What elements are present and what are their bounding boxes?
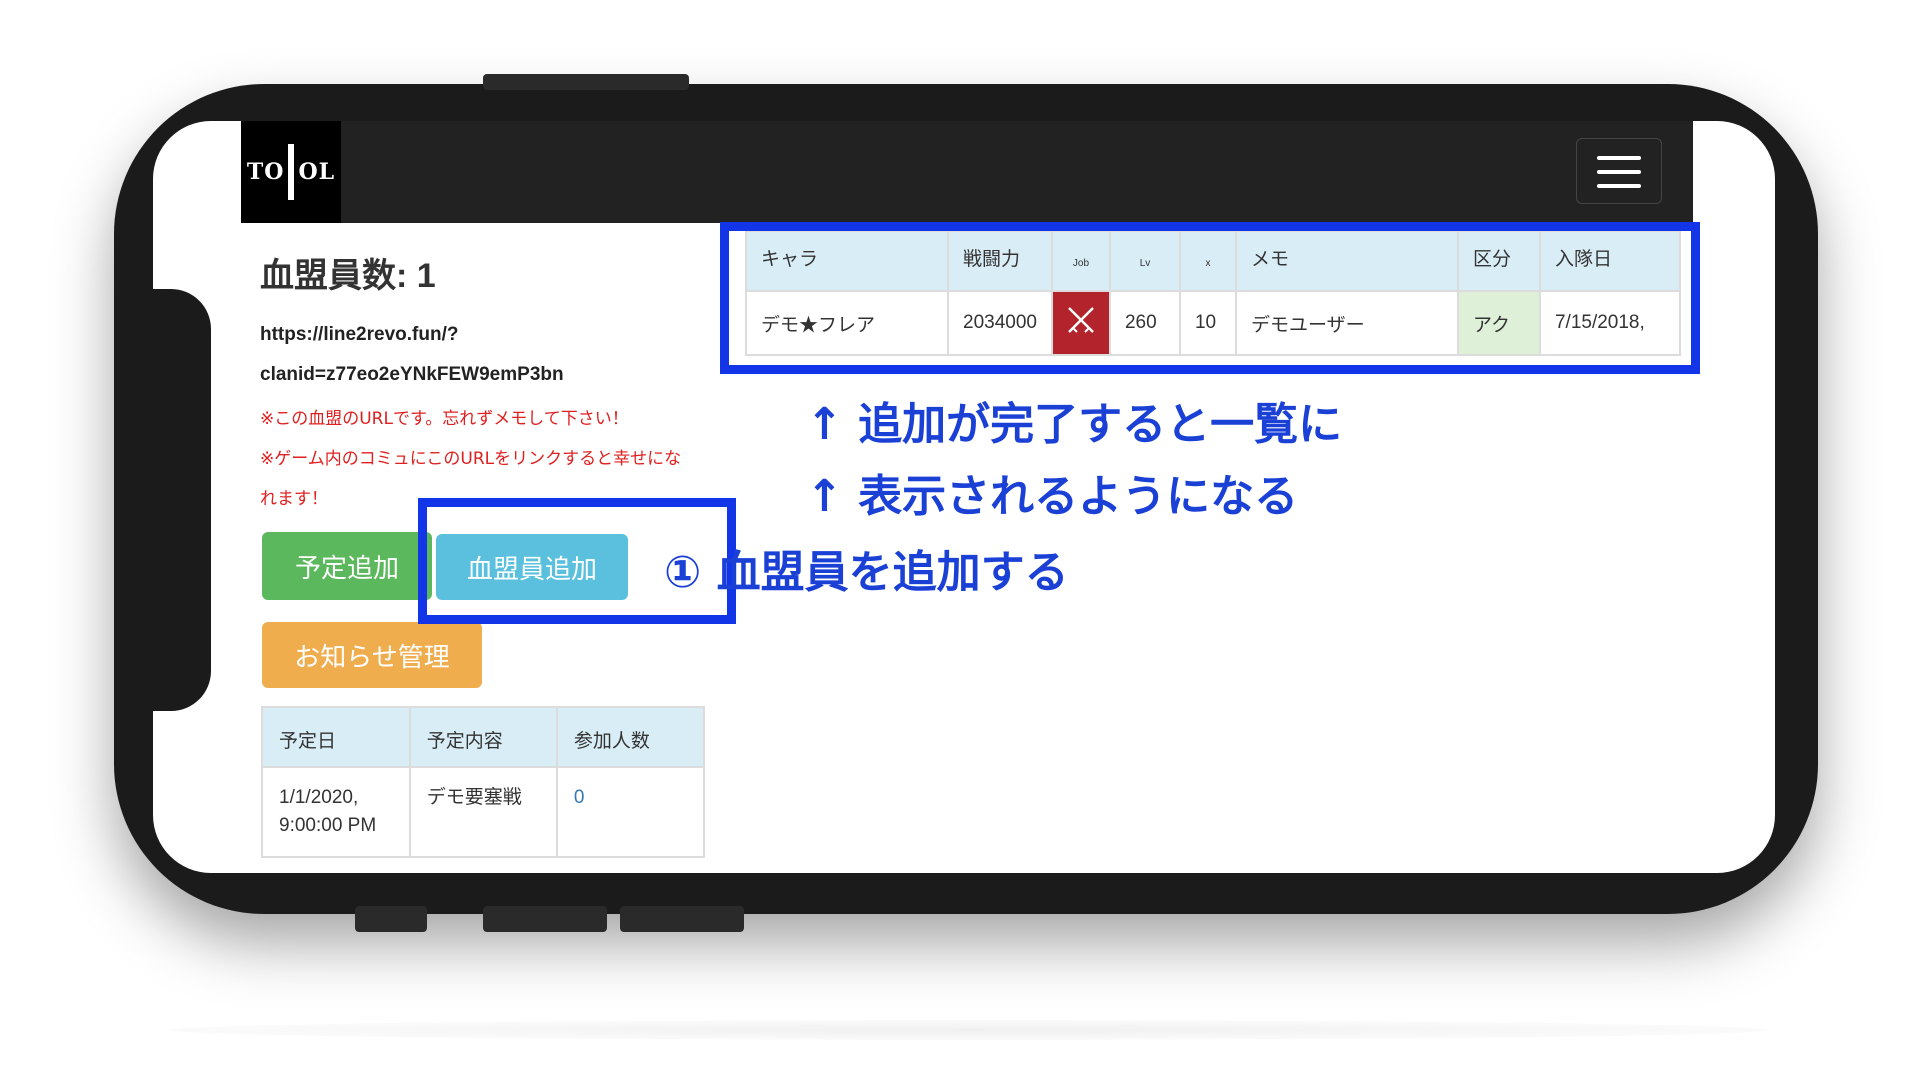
clan-url-line2: clanid=z77eo2eYNkFEW9emP3bn bbox=[260, 364, 564, 385]
logo-text-right: OL bbox=[298, 159, 336, 185]
schedule-date-cell: 1/1/2020, 9:00:00 PM bbox=[261, 766, 411, 858]
phone-top-button bbox=[483, 74, 689, 90]
schedule-time: 9:00:00 PM bbox=[279, 815, 377, 836]
annotation-list-line2: ↑ 表示されるようになる bbox=[806, 471, 1299, 522]
url-note: ※この血盟のURLです。忘れずメモして下さい！ bbox=[260, 409, 629, 429]
link-note: ※ゲーム内のコミュにこのURLをリンクすると幸せにな bbox=[260, 449, 682, 469]
phone-volume-up-button bbox=[483, 906, 607, 932]
page-title: 血盟員数: 1 bbox=[260, 257, 436, 295]
col-participants: 参加人数 bbox=[555, 706, 706, 768]
menu-toggle-button[interactable] bbox=[1576, 138, 1662, 204]
hamburger-icon bbox=[1597, 184, 1641, 188]
col-schedule-date: 予定日 bbox=[261, 706, 411, 768]
table-row[interactable]: 1/1/2020, 9:00:00 PM デモ要塞戦 0 bbox=[261, 766, 706, 858]
phone-volume-down-button bbox=[620, 906, 744, 932]
annotation-list-line1: ↑ 追加が完了すると一覧に bbox=[806, 399, 1343, 450]
notice-admin-button[interactable]: お知らせ管理 bbox=[262, 622, 482, 688]
col-schedule-content: 予定内容 bbox=[408, 706, 558, 768]
annotation-step1: ① 血盟員を追加する bbox=[664, 547, 1069, 598]
hamburger-icon bbox=[1597, 170, 1641, 174]
schedule-table: 予定日 予定内容 参加人数 1/1/2020, 9:00:00 PM デモ要塞戦… bbox=[261, 706, 706, 858]
phone-side-button bbox=[355, 906, 427, 932]
site-logo[interactable]: TO OL bbox=[241, 121, 341, 223]
schedule-content-cell: デモ要塞戦 bbox=[408, 766, 558, 858]
participant-count-cell: 0 bbox=[555, 766, 706, 858]
hamburger-icon bbox=[1597, 156, 1641, 160]
top-navbar bbox=[241, 121, 1693, 223]
link-note-cont: れます！ bbox=[260, 489, 328, 509]
phone-notch bbox=[153, 289, 211, 711]
logo-text-left: TO bbox=[246, 159, 285, 185]
table-header-row: 予定日 予定内容 参加人数 bbox=[261, 706, 706, 768]
logo-pillar-icon bbox=[288, 144, 295, 200]
phone-shadow bbox=[170, 1020, 1770, 1040]
participant-count-link[interactable]: 0 bbox=[574, 787, 585, 808]
clan-url-line1: https://line2revo.fun/? bbox=[260, 324, 459, 345]
member-list-highlight bbox=[720, 222, 1700, 374]
schedule-date: 1/1/2020, bbox=[279, 787, 359, 808]
add-schedule-button[interactable]: 予定追加 bbox=[262, 532, 432, 600]
